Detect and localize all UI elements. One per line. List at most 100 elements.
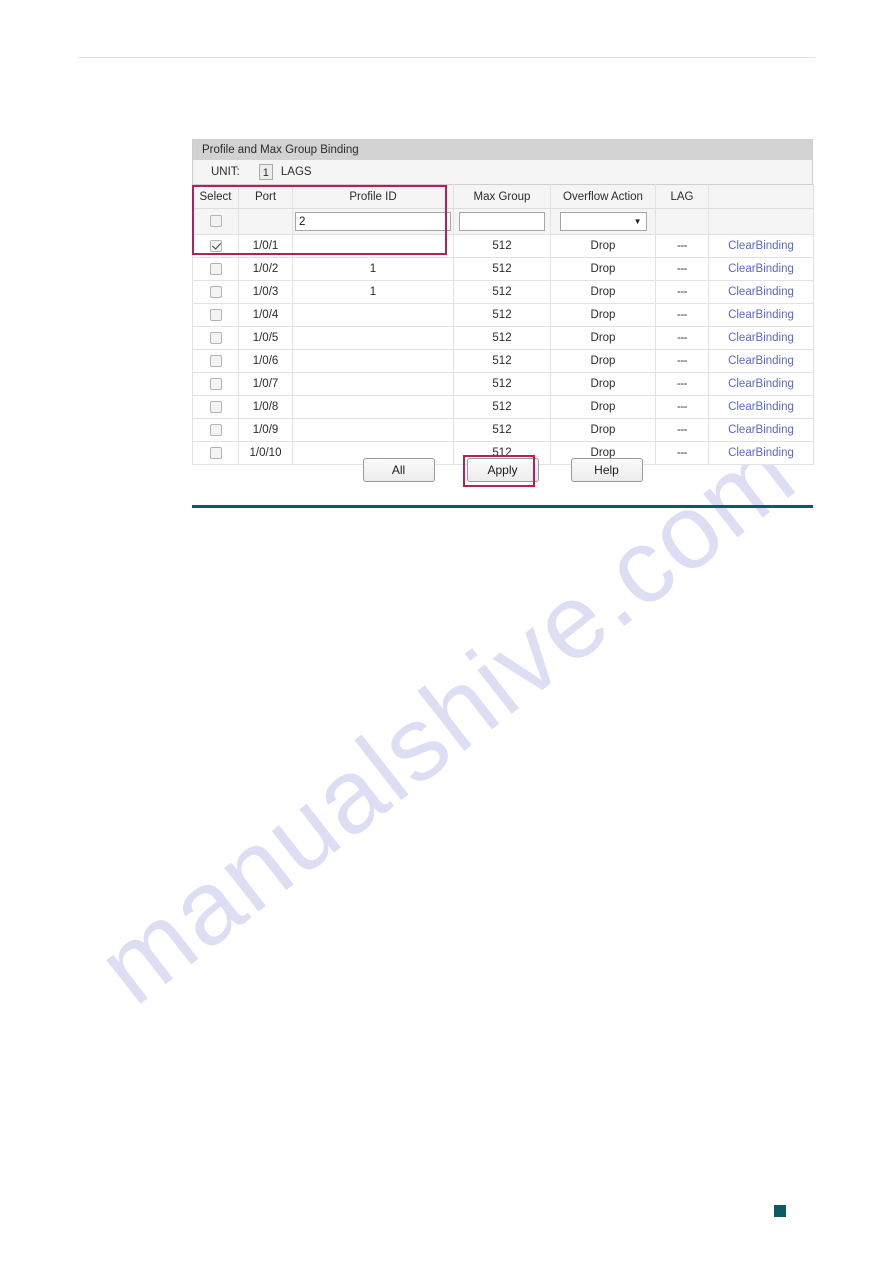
column-header-action [708, 184, 814, 209]
row-max-group: 512 [453, 257, 551, 281]
row-lag: --- [655, 257, 709, 281]
row-overflow-action: Drop [550, 395, 656, 419]
row-max-group: 512 [453, 234, 551, 258]
clear-binding-link[interactable]: ClearBinding [728, 309, 794, 321]
clear-binding-link[interactable]: ClearBinding [728, 355, 794, 367]
clear-binding-link[interactable]: ClearBinding [728, 240, 794, 252]
row-overflow-action: Drop [550, 418, 656, 442]
row-max-group: 512 [453, 372, 551, 396]
row-select-cell [192, 280, 239, 304]
row-select-cell [192, 303, 239, 327]
row-port: 1/0/8 [238, 395, 293, 419]
help-button[interactable]: Help [570, 458, 643, 482]
row-overflow-action: Drop [550, 257, 656, 281]
column-header-overflow-action: Overflow Action [550, 184, 656, 209]
column-header-profile-id: Profile ID [292, 184, 454, 209]
row-overflow-action: Drop [550, 326, 656, 350]
row-checkbox[interactable] [209, 423, 222, 436]
unit-tab-1[interactable]: 1 [258, 164, 273, 180]
row-lag: --- [655, 395, 709, 419]
row-port: 1/0/5 [238, 326, 293, 350]
row-profile-id: 1 [292, 257, 454, 281]
row-overflow-action: Drop [550, 280, 656, 304]
row-overflow-action: Drop [550, 349, 656, 373]
table-row[interactable]: 1/0/3 1 512 Drop --- ClearBinding [192, 280, 814, 304]
table-row[interactable]: 1/0/7 512 Drop --- ClearBinding [192, 372, 814, 396]
row-action-cell: ClearBinding [708, 303, 814, 327]
row-profile-id [292, 418, 454, 442]
select-all-checkbox[interactable] [209, 215, 222, 228]
apply-button[interactable]: Apply [466, 458, 539, 482]
unit-label: UNIT: [211, 166, 240, 178]
clear-binding-link[interactable]: ClearBinding [728, 424, 794, 436]
row-select-cell [192, 234, 239, 258]
filter-profile-id-cell [292, 208, 454, 235]
chevron-down-icon: ▼ [633, 216, 642, 226]
row-action-cell: ClearBinding [708, 372, 814, 396]
overflow-action-select[interactable]: ▼ [559, 212, 647, 231]
row-lag: --- [655, 372, 709, 396]
column-header-lag: LAG [655, 184, 709, 209]
row-port: 1/0/1 [238, 234, 293, 258]
table-row[interactable]: 1/0/9 512 Drop --- ClearBinding [192, 418, 814, 442]
row-select-cell [192, 349, 239, 373]
filter-lag-cell [655, 208, 709, 235]
footer-square-mark [774, 1205, 786, 1217]
row-port: 1/0/6 [238, 349, 293, 373]
row-checkbox[interactable] [209, 400, 222, 413]
table-row[interactable]: 1/0/8 512 Drop --- ClearBinding [192, 395, 814, 419]
row-action-cell: ClearBinding [708, 234, 814, 258]
clear-binding-link[interactable]: ClearBinding [728, 286, 794, 298]
row-checkbox[interactable] [209, 285, 222, 298]
row-max-group: 512 [453, 326, 551, 350]
row-max-group: 512 [453, 418, 551, 442]
row-select-cell [192, 257, 239, 281]
row-checkbox[interactable] [209, 377, 222, 390]
row-select-cell [192, 326, 239, 350]
filter-select-cell [192, 208, 239, 235]
row-lag: --- [655, 349, 709, 373]
clear-binding-link[interactable]: ClearBinding [728, 332, 794, 344]
table-row[interactable]: 1/0/1 512 Drop --- ClearBinding [192, 234, 814, 258]
row-checkbox[interactable] [209, 331, 222, 344]
row-action-cell: ClearBinding [708, 280, 814, 304]
row-select-cell [192, 418, 239, 442]
row-select-cell [192, 372, 239, 396]
button-bar: All Apply Help [192, 458, 813, 482]
row-profile-id [292, 326, 454, 350]
table-body: ▼ 1/0/1 512 Drop --- ClearBinding 1/0/2 … [192, 208, 814, 465]
profile-max-group-binding-panel: Profile and Max Group Binding UNIT: 1 LA… [192, 139, 814, 465]
clear-binding-link[interactable]: ClearBinding [728, 263, 794, 275]
unit-bar: UNIT: 1 LAGS [192, 160, 813, 184]
row-overflow-action: Drop [550, 303, 656, 327]
table-row[interactable]: 1/0/5 512 Drop --- ClearBinding [192, 326, 814, 350]
clear-binding-link[interactable]: ClearBinding [728, 401, 794, 413]
column-header-select: Select [192, 184, 239, 209]
row-max-group: 512 [453, 280, 551, 304]
row-lag: --- [655, 303, 709, 327]
clear-binding-link[interactable]: ClearBinding [728, 378, 794, 390]
profile-id-input[interactable] [295, 212, 451, 231]
row-select-cell [192, 395, 239, 419]
column-header-port: Port [238, 184, 293, 209]
row-checkbox[interactable] [209, 262, 222, 275]
unit-tab-lags[interactable]: LAGS [281, 166, 312, 178]
row-action-cell: ClearBinding [708, 257, 814, 281]
table-row[interactable]: 1/0/4 512 Drop --- ClearBinding [192, 303, 814, 327]
table-row[interactable]: 1/0/2 1 512 Drop --- ClearBinding [192, 257, 814, 281]
max-group-input[interactable] [459, 212, 545, 231]
column-header-max-group: Max Group [453, 184, 551, 209]
row-port: 1/0/9 [238, 418, 293, 442]
row-action-cell: ClearBinding [708, 395, 814, 419]
row-action-cell: ClearBinding [708, 326, 814, 350]
row-checkbox[interactable] [209, 308, 222, 321]
row-checkbox[interactable] [209, 354, 222, 367]
binding-table: Select Port Profile ID Max Group Overflo… [192, 184, 814, 465]
table-row[interactable]: 1/0/6 512 Drop --- ClearBinding [192, 349, 814, 373]
row-overflow-action: Drop [550, 372, 656, 396]
row-action-cell: ClearBinding [708, 418, 814, 442]
row-profile-id [292, 234, 454, 258]
all-button[interactable]: All [362, 458, 435, 482]
row-lag: --- [655, 234, 709, 258]
row-checkbox[interactable] [209, 239, 222, 252]
